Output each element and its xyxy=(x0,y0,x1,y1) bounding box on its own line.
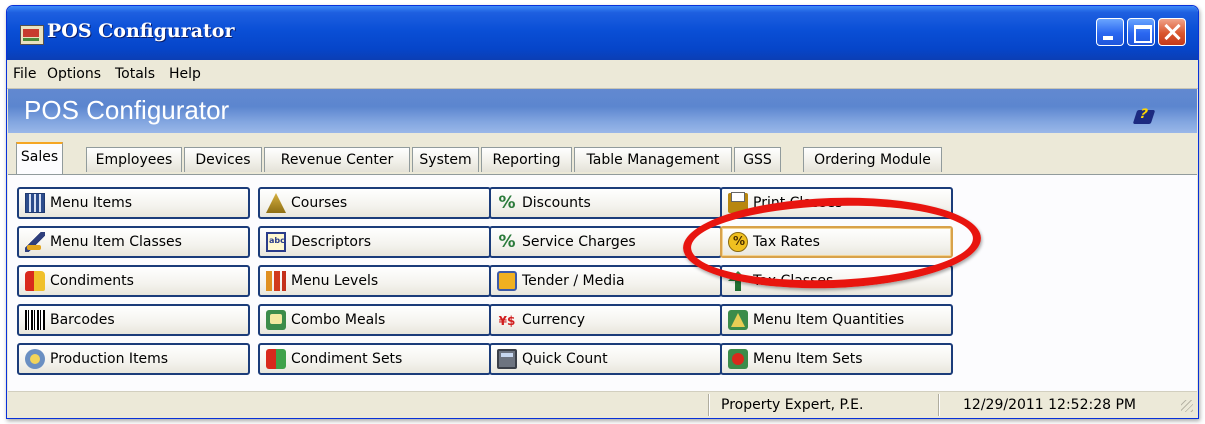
tab-ordering-module[interactable]: Ordering Module xyxy=(803,147,942,172)
descriptors-button[interactable]: Descriptors xyxy=(258,226,491,258)
tab-devices[interactable]: Devices xyxy=(184,147,262,172)
menu-item-quantities-icon xyxy=(728,310,748,330)
tax-rates-button[interactable]: Tax Rates xyxy=(720,226,953,258)
production-items-button[interactable]: Production Items xyxy=(17,343,250,375)
tax-classes-label: Tax Classes xyxy=(753,273,834,289)
currency-label: Currency xyxy=(522,312,586,328)
status-datetime: 12/29/2011 12:52:28 PM xyxy=(938,394,1193,416)
menu-options[interactable]: Options xyxy=(47,66,101,82)
descriptors-label: Descriptors xyxy=(291,234,372,250)
menu-item-sets-button[interactable]: Menu Item Sets xyxy=(720,343,953,375)
menu-file[interactable]: File xyxy=(13,66,36,82)
maximize-button[interactable] xyxy=(1127,18,1155,46)
tax-rates-icon xyxy=(728,232,748,252)
pos-configurator-window: POS Configurator File Options Totals Hel… xyxy=(6,5,1199,419)
combo-meals-label: Combo Meals xyxy=(291,312,386,328)
window-title: POS Configurator xyxy=(47,20,235,42)
menu-item-sets-label: Menu Item Sets xyxy=(753,351,863,367)
discount-percent-icon xyxy=(497,193,517,213)
service-charges-button[interactable]: Service Charges xyxy=(489,226,722,258)
tab-employees[interactable]: Employees xyxy=(86,147,182,172)
menu-item-classes-label: Menu Item Classes xyxy=(50,234,182,250)
menu-items-icon xyxy=(25,193,45,213)
currency-icon xyxy=(497,310,517,330)
currency-button[interactable]: Currency xyxy=(489,304,722,336)
menu-totals[interactable]: Totals xyxy=(115,66,155,82)
print-classes-label: Print Classes xyxy=(753,195,843,211)
sales-panel: Menu Items Menu Item Classes Condiments … xyxy=(8,174,1197,391)
quick-count-button[interactable]: Quick Count xyxy=(489,343,722,375)
menu-items-button[interactable]: Menu Items xyxy=(17,187,250,219)
quick-count-calculator-icon xyxy=(497,349,517,369)
combo-meals-icon xyxy=(266,310,286,330)
barcodes-label: Barcodes xyxy=(50,312,115,328)
print-classes-button[interactable]: Print Classes xyxy=(720,187,953,219)
tab-strip: Sales Employees Devices Revenue Center S… xyxy=(7,141,1198,175)
tax-classes-button[interactable]: Tax Classes xyxy=(720,265,953,297)
title-bar[interactable]: POS Configurator xyxy=(7,6,1198,60)
tender-media-button[interactable]: Tender / Media xyxy=(489,265,722,297)
menu-item-classes-icon xyxy=(25,232,45,252)
menu-item-quantities-label: Menu Item Quantities xyxy=(753,312,905,328)
menu-items-label: Menu Items xyxy=(50,195,133,211)
discounts-label: Discounts xyxy=(522,195,591,211)
barcodes-button[interactable]: Barcodes xyxy=(17,304,250,336)
minimize-button[interactable] xyxy=(1096,18,1124,46)
condiments-label: Condiments xyxy=(50,273,134,289)
banner-title: POS Configurator xyxy=(24,95,230,125)
service-charge-percent-icon xyxy=(497,232,517,252)
condiment-sets-label: Condiment Sets xyxy=(291,351,403,367)
tab-gss[interactable]: GSS xyxy=(734,147,781,172)
condiment-sets-icon xyxy=(266,349,286,369)
menu-item-classes-button[interactable]: Menu Item Classes xyxy=(17,226,250,258)
production-items-label: Production Items xyxy=(50,351,169,367)
menu-levels-label: Menu Levels xyxy=(291,273,379,289)
close-button[interactable] xyxy=(1158,18,1186,46)
tax-rates-label: Tax Rates xyxy=(753,234,820,250)
courses-icon xyxy=(266,193,286,213)
descriptors-icon xyxy=(266,232,286,252)
menu-item-sets-icon xyxy=(728,349,748,369)
app-icon xyxy=(20,25,44,45)
tab-reporting[interactable]: Reporting xyxy=(481,147,572,172)
production-items-icon xyxy=(25,349,45,369)
condiment-sets-button[interactable]: Condiment Sets xyxy=(258,343,491,375)
resize-grip-icon[interactable] xyxy=(1181,400,1193,412)
tab-revenue-center[interactable]: Revenue Center xyxy=(264,147,410,172)
tab-sales[interactable]: Sales xyxy=(16,142,63,174)
courses-label: Courses xyxy=(291,195,348,211)
courses-button[interactable]: Courses xyxy=(258,187,491,219)
condiments-button[interactable]: Condiments xyxy=(17,265,250,297)
tender-media-icon xyxy=(497,271,517,291)
tender-media-label: Tender / Media xyxy=(522,273,625,289)
header-banner: POS Configurator xyxy=(8,89,1197,133)
menu-levels-button[interactable]: Menu Levels xyxy=(258,265,491,297)
tab-table-management[interactable]: Table Management xyxy=(574,147,732,172)
menu-levels-icon xyxy=(266,271,286,291)
menu-item-quantities-button[interactable]: Menu Item Quantities xyxy=(720,304,953,336)
tab-system[interactable]: System xyxy=(412,147,479,172)
quick-count-label: Quick Count xyxy=(522,351,608,367)
menu-bar: File Options Totals Help xyxy=(7,60,1198,89)
barcode-icon xyxy=(25,310,45,330)
condiments-icon xyxy=(25,271,45,291)
combo-meals-button[interactable]: Combo Meals xyxy=(258,304,491,336)
discounts-button[interactable]: Discounts xyxy=(489,187,722,219)
status-user: Property Expert, P.E. xyxy=(708,394,951,416)
print-classes-icon xyxy=(728,192,748,213)
menu-help[interactable]: Help xyxy=(169,66,201,82)
service-charges-label: Service Charges xyxy=(522,234,636,250)
tax-classes-icon xyxy=(728,271,748,291)
status-bar: Property Expert, P.E. 12/29/2011 12:52:2… xyxy=(8,391,1197,418)
